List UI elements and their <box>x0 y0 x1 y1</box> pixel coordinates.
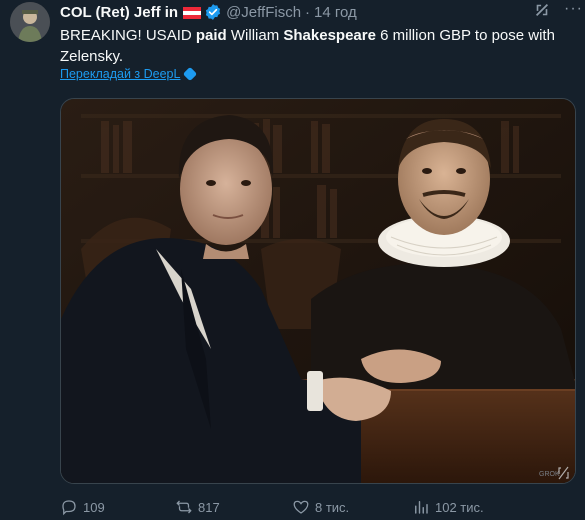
reply-count: 109 <box>83 499 105 515</box>
avatar[interactable] <box>10 2 50 42</box>
tweet-image[interactable]: GROK <box>60 98 576 484</box>
verified-badge-icon[interactable] <box>204 3 222 21</box>
austria-flag-icon <box>183 7 202 19</box>
heart-icon <box>293 500 309 514</box>
tweet-text-bold: Shakespeare <box>283 27 376 44</box>
views-button[interactable]: 102 тис. <box>412 498 484 516</box>
like-button[interactable]: 8 тис. <box>292 498 349 516</box>
reply-button[interactable]: 109 <box>60 498 105 516</box>
timestamp[interactable]: 14 год <box>314 4 357 21</box>
views-icon <box>415 501 428 514</box>
repost-button[interactable]: 817 <box>175 498 220 516</box>
tweet-text-part: William <box>226 27 284 44</box>
more-icon[interactable]: ··· <box>564 0 583 18</box>
repost-count: 817 <box>198 499 220 515</box>
translate-label[interactable]: Перекладай з DeepL <box>60 67 180 81</box>
tweet-header: COL (Ret) Jeff in @JeffFisch · 14 год <box>60 2 575 22</box>
translate-link[interactable]: Перекладай з DeepL <box>60 66 198 82</box>
tweet-text-bold: paid <box>195 27 227 44</box>
tweet-text-part: BREAKING! USAID <box>60 27 196 44</box>
grok-icon[interactable] <box>533 1 551 19</box>
separator-dot: · <box>305 3 311 21</box>
views-count: 102 тис. <box>435 499 484 515</box>
action-bar: 109 817 8 тис. 102 тис. <box>60 498 580 520</box>
handle[interactable]: @JeffFisch <box>226 4 301 21</box>
tweet: COL (Ret) Jeff in @JeffFisch · 14 год ··… <box>0 0 585 520</box>
grok-watermark: GROK <box>539 471 560 478</box>
avatar-image <box>10 2 50 42</box>
repost-icon <box>176 500 192 514</box>
tweet-text: BREAKING! USAID paid William Shakespeare… <box>60 25 575 67</box>
reply-icon <box>62 500 76 516</box>
display-name[interactable]: COL (Ret) Jeff in <box>60 4 178 21</box>
image-artwork: GROK <box>61 99 575 483</box>
like-count: 8 тис. <box>315 499 350 515</box>
deepl-icon <box>183 66 198 82</box>
